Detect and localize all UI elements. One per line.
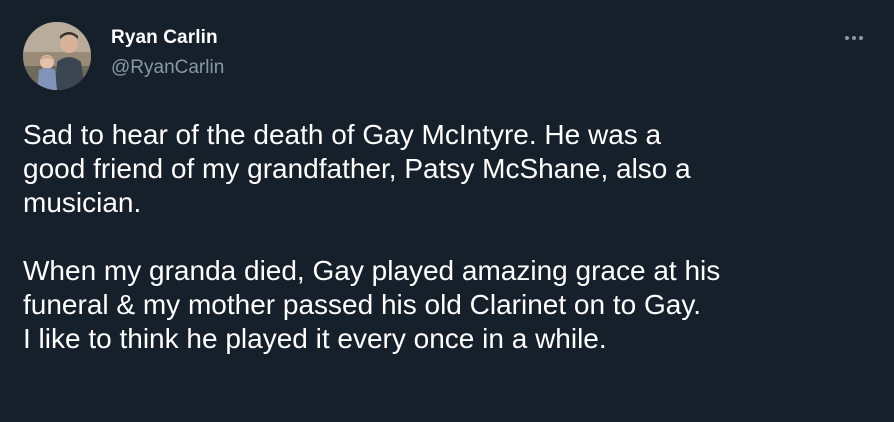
tweet-paragraph: Sad to hear of the death of Gay McIntyre… (23, 118, 873, 220)
tweet-text: Sad to hear of the death of Gay McIntyre… (23, 118, 873, 356)
author-display-name[interactable]: Ryan Carlin (111, 27, 218, 49)
more-horizontal-icon (845, 36, 849, 40)
author-handle[interactable]: @RyanCarlin (111, 57, 224, 79)
avatar-photo (23, 22, 91, 90)
tweet-text-line: good friend of my grandfather, Patsy McS… (23, 153, 691, 184)
tweet-text-line: Sad to hear of the death of Gay McIntyre… (23, 119, 662, 150)
tweet-text-line: I like to think he played it every once … (23, 323, 607, 354)
tweet-text-line: When my granda died, Gay played amazing … (23, 255, 721, 286)
tweet-card: Ryan Carlin @RyanCarlin Sad to hear of t… (0, 0, 894, 422)
tweet-text-line: funeral & my mother passed his old Clari… (23, 289, 702, 320)
more-horizontal-icon-dot (852, 36, 856, 40)
more-options-button[interactable] (838, 22, 870, 54)
tweet-paragraph: When my granda died, Gay played amazing … (23, 254, 873, 356)
more-horizontal-icon-dot (859, 36, 863, 40)
avatar[interactable] (23, 22, 91, 90)
tweet-text-line: musician. (23, 187, 142, 218)
